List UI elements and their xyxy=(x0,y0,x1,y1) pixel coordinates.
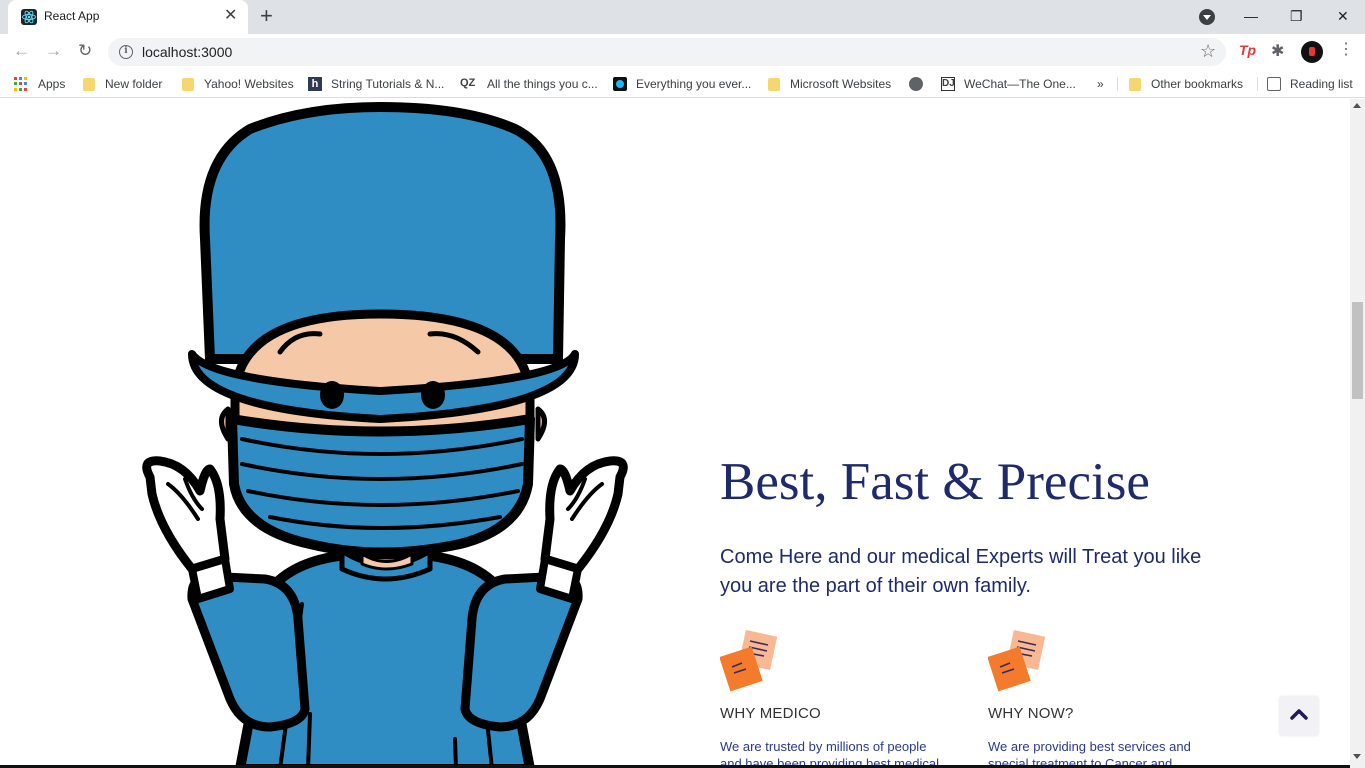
reading-list[interactable]: Reading list xyxy=(1267,76,1353,92)
bookmark-other-bookmarks[interactable]: Other bookmarks xyxy=(1129,76,1243,92)
back-arrow-icon[interactable]: ← xyxy=(13,41,30,61)
feature-text: We are trusted by millions of people and… xyxy=(720,739,939,765)
globe-icon xyxy=(909,77,923,91)
hashnode-icon: h xyxy=(308,77,322,91)
bookmark-label: Microsoft Websites xyxy=(790,77,892,91)
hero-headline: Best, Fast & Precise xyxy=(720,453,1150,511)
bookmark-wechat[interactable]: DJ WeChat—The One... xyxy=(941,76,1076,92)
bookmark-star-icon[interactable]: ☆ xyxy=(1200,41,1216,62)
hero-subtext: Come Here and our medical Experts will T… xyxy=(720,546,1202,597)
react-logo-icon xyxy=(21,9,37,25)
qz-icon: QZ xyxy=(460,77,476,89)
feature-card-why-medico: WHY MEDICO We are trusted by millions of… xyxy=(719,629,960,765)
feature-title: WHY NOW? xyxy=(988,705,1074,722)
tab-strip: React App ✕ + — ❐ ✕ xyxy=(0,0,1365,34)
feature-card-why-now: WHY NOW? We are providing best services … xyxy=(987,629,1228,765)
folder-icon xyxy=(768,77,780,91)
page-viewport: Best, Fast & Precise Come Here and our m… xyxy=(0,99,1350,765)
bookmark-label: Apps xyxy=(38,77,66,91)
scroll-down-arrow-icon[interactable] xyxy=(1353,754,1361,759)
sticky-notes-icon xyxy=(987,629,1048,693)
address-bar[interactable]: i localhost:3000 ☆ xyxy=(108,38,1226,66)
bookmarks-bar: Apps New folder Yahoo! Websites h String… xyxy=(0,70,1365,98)
site-favicon-icon xyxy=(613,77,627,91)
bookmark-label: New folder xyxy=(105,77,163,91)
close-window-button[interactable]: ✕ xyxy=(1337,6,1349,26)
chevron-up-icon xyxy=(1290,709,1308,720)
sticky-notes-icon xyxy=(719,629,780,693)
close-tab-icon[interactable]: ✕ xyxy=(224,7,237,25)
bookmark-yahoo-websites[interactable]: Yahoo! Websites xyxy=(182,76,294,92)
chrome-menu-icon[interactable]: ⋮ xyxy=(1338,40,1354,60)
bookmark-apps[interactable]: Apps xyxy=(14,76,65,92)
profile-avatar[interactable] xyxy=(1301,41,1323,63)
doctor-illustration xyxy=(142,102,628,765)
bookmark-label: All the things you c... xyxy=(487,77,598,91)
url-text[interactable]: localhost:3000 xyxy=(142,44,232,60)
tab-react-app[interactable]: React App ✕ xyxy=(8,0,248,34)
bookmark-microsoft-websites[interactable]: Microsoft Websites xyxy=(768,76,891,92)
minimize-button[interactable]: — xyxy=(1244,6,1258,26)
new-tab-button[interactable]: + xyxy=(260,5,273,27)
site-info-icon[interactable]: i xyxy=(119,45,133,59)
reload-icon[interactable]: ↻ xyxy=(78,41,92,61)
folder-icon xyxy=(1129,77,1141,91)
tab-title: React App xyxy=(44,9,100,23)
scroll-up-arrow-icon[interactable] xyxy=(1353,103,1361,108)
apps-grid-icon xyxy=(14,77,28,91)
bookmark-quartz[interactable]: QZ All the things you c... xyxy=(460,76,598,92)
overflow-label: » xyxy=(1097,77,1104,91)
feature-text: We are providing best services and speci… xyxy=(988,739,1191,765)
bookmarks-overflow-chevron[interactable]: » xyxy=(1097,76,1104,92)
bookmark-globe[interactable] xyxy=(909,76,932,92)
tab-search-icon[interactable] xyxy=(1199,9,1215,25)
folder-icon xyxy=(182,77,194,91)
bookmark-label: Other bookmarks xyxy=(1151,77,1244,91)
bookmark-new-folder[interactable]: New folder xyxy=(83,76,162,92)
extensions-puzzle-icon[interactable]: ✱ xyxy=(1271,41,1284,61)
bookmark-everything[interactable]: Everything you ever... xyxy=(613,76,751,92)
bookmark-label: Reading list xyxy=(1290,77,1353,91)
bookmark-string-tutorials[interactable]: h String Tutorials & N... xyxy=(308,76,444,92)
bookmarks-separator xyxy=(1117,77,1118,91)
tp-extension-icon[interactable]: Tp xyxy=(1239,42,1256,58)
browser-toolbar: ← → ↻ i localhost:3000 ☆ Tp ✱ ⋮ xyxy=(0,34,1365,70)
dj-icon: DJ xyxy=(941,77,955,91)
forward-arrow-icon[interactable]: → xyxy=(45,41,62,61)
bookmark-label: Everything you ever... xyxy=(636,77,752,91)
restore-button[interactable]: ❐ xyxy=(1290,6,1303,26)
bookmarks-separator xyxy=(1257,77,1258,91)
bookmark-label: String Tutorials & N... xyxy=(331,77,445,91)
scroll-to-top-button[interactable] xyxy=(1279,696,1319,736)
folder-icon xyxy=(83,77,95,91)
bookmark-label: Yahoo! Websites xyxy=(204,77,294,91)
feature-title: WHY MEDICO xyxy=(720,705,821,722)
scrollbar-thumb[interactable] xyxy=(1352,302,1363,399)
page-scrollbar[interactable] xyxy=(1350,99,1365,768)
reading-list-icon xyxy=(1267,77,1281,91)
bookmark-label: WeChat—The One... xyxy=(964,77,1076,91)
